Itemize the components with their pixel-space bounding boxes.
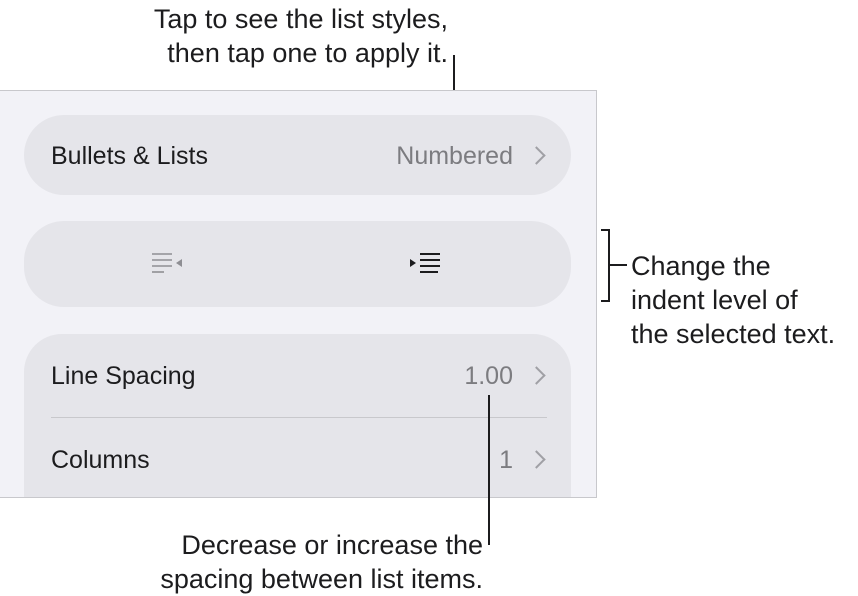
callout-line: spacing between list items. [160, 564, 483, 594]
callout-indent: Change the indent level of the selected … [631, 249, 835, 351]
decrease-indent-icon [152, 253, 182, 273]
callout-line: Change the [631, 251, 771, 281]
columns-label: Columns [51, 446, 150, 474]
columns-value: 1 [499, 446, 513, 474]
bullets-lists-label: Bullets & Lists [51, 142, 209, 170]
bullets-lists-row[interactable]: Bullets & Lists Numbered [24, 115, 571, 195]
callout-line: indent level of [631, 285, 798, 315]
callout-list-styles: Tap to see the list styles, then tap one… [0, 2, 448, 70]
line-spacing-value: 1.00 [464, 362, 513, 390]
leader-line-bottom [488, 395, 490, 545]
decrease-indent-button[interactable] [24, 221, 297, 307]
callout-line-spacing: Decrease or increase the spacing between… [0, 528, 483, 596]
line-spacing-label: Line Spacing [51, 362, 196, 390]
chevron-right-icon [527, 146, 546, 165]
callout-line: Tap to see the list styles, [153, 4, 448, 34]
indent-controls [24, 221, 571, 307]
callout-line: the selected text. [631, 319, 836, 349]
chevron-right-icon [527, 366, 546, 385]
chevron-right-icon [527, 450, 546, 469]
increase-indent-icon [410, 253, 440, 273]
bullets-lists-value: Numbered [396, 142, 513, 170]
increase-indent-button[interactable] [298, 221, 571, 307]
format-panel: Bullets & Lists Numbered Line Spacing 1.… [0, 90, 597, 498]
callout-line: Decrease or increase the [181, 530, 483, 560]
callout-line: then tap one to apply it. [167, 38, 448, 68]
